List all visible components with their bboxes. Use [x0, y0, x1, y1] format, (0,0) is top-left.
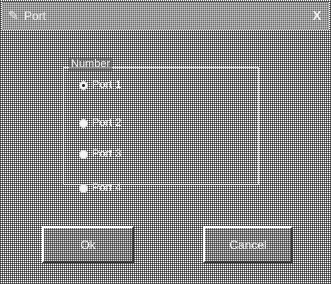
radio-button-port-4[interactable]: [79, 183, 88, 193]
radio-label-port-4: Port 4: [92, 182, 122, 194]
pencil-icon: ✎: [8, 8, 19, 23]
radio-button-port-3[interactable]: [79, 149, 88, 159]
radio-port-1[interactable]: Port 1: [79, 78, 121, 92]
radio-button-port-2[interactable]: [79, 118, 88, 128]
cancel-button[interactable]: Cancel: [203, 226, 293, 263]
window-title: Port: [24, 9, 47, 23]
close-button[interactable]: X: [309, 8, 325, 24]
radio-label-port-3: Port 3: [92, 148, 122, 160]
radio-button-port-1[interactable]: [79, 80, 88, 90]
group-label: Number: [69, 58, 113, 71]
port-dialog: ✎ Port X Number Port 1 Port 2 Port 3 Por…: [0, 0, 331, 284]
radio-label-port-2: Port 2: [92, 117, 122, 129]
title-bar[interactable]: ✎ Port X: [2, 2, 329, 30]
radio-label-port-1: Port 1: [92, 79, 122, 91]
radio-port-4[interactable]: Port 4: [79, 181, 121, 195]
radio-port-3[interactable]: Port 3: [79, 147, 121, 161]
ok-button[interactable]: Ok: [42, 226, 134, 263]
radio-port-2[interactable]: Port 2: [79, 116, 121, 130]
